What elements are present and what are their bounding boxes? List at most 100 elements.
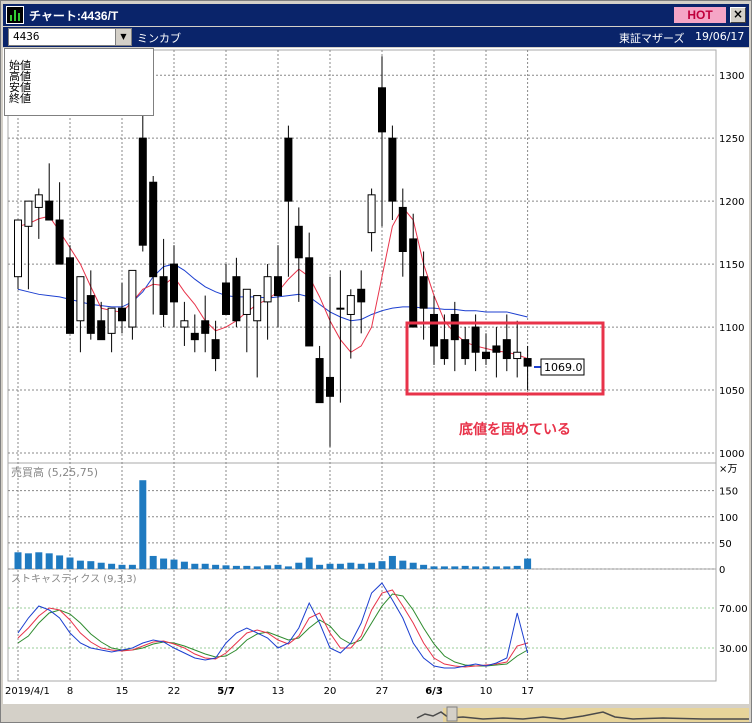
volume-tick-label: 0 xyxy=(719,565,725,576)
volume-tick-label: 100 xyxy=(719,513,738,524)
stock-code-combo[interactable]: 4436 ▼ xyxy=(8,28,132,46)
date-axis: 2019/4/1 8 15 22 5/7 13 20 27 6/3 10 17 xyxy=(5,686,534,697)
volume-bar xyxy=(451,566,459,569)
volume-bar xyxy=(336,563,344,569)
chart-area[interactable]: 1300 1250 1200 1150 1100 1050 1000 150 100 50 0 70.… xyxy=(3,43,749,704)
candle-body xyxy=(66,257,74,334)
volume-bar xyxy=(482,566,490,569)
hot-button[interactable]: HOT xyxy=(674,7,726,23)
title-bar[interactable]: チャート:4436/T HOT × xyxy=(3,4,749,26)
candle-body xyxy=(86,295,95,334)
date-tick-label: 8 xyxy=(67,686,73,697)
scroll-overview[interactable] xyxy=(3,704,749,722)
volume-bar xyxy=(305,557,313,569)
candle-body xyxy=(232,276,241,322)
price-tick-label: 1300 xyxy=(719,71,744,82)
candle-body xyxy=(346,295,355,315)
date-tick-label: 20 xyxy=(324,686,337,697)
date-tick-label: 27 xyxy=(376,686,389,697)
candle-body xyxy=(326,376,334,397)
volume-bar xyxy=(180,561,188,569)
candle-body xyxy=(523,358,532,367)
volume-bar xyxy=(128,564,136,569)
date-tick-label: 6/3 xyxy=(425,686,443,697)
overview-thumb[interactable] xyxy=(446,706,458,722)
volume-bar xyxy=(440,566,448,569)
chart-svg[interactable]: 1300 1250 1200 1150 1100 1050 1000 150 100 50 0 70.… xyxy=(3,43,749,704)
candle-body xyxy=(305,257,314,347)
stochastics-panel xyxy=(7,568,717,682)
date-tick-label: 17 xyxy=(521,686,534,697)
volume-bar xyxy=(56,555,64,569)
volume-bar xyxy=(170,559,178,569)
close-button[interactable]: × xyxy=(730,7,746,23)
candle-body xyxy=(471,326,480,353)
volume-bar xyxy=(409,562,417,569)
volume-bar xyxy=(492,566,500,569)
candle-body xyxy=(274,276,282,297)
candle-body xyxy=(76,276,85,322)
stock-code-value[interactable]: 4436 xyxy=(13,30,40,43)
price-tick-label: 1250 xyxy=(719,134,744,145)
volume-bar xyxy=(201,563,209,569)
volume-bar xyxy=(274,564,282,569)
overview-svg[interactable] xyxy=(3,704,749,722)
price-tick-label: 1050 xyxy=(719,386,744,397)
last-price-value: 1069.0 xyxy=(544,361,583,374)
candle-body xyxy=(45,200,54,221)
price-tick-label: 1100 xyxy=(719,323,744,334)
volume-bar xyxy=(295,562,303,569)
stochastics-tick-label: 70.00 xyxy=(719,604,748,615)
date-tick-label: 2019/4/1 xyxy=(5,686,50,697)
candle-body xyxy=(409,238,418,328)
candle-body xyxy=(253,295,262,322)
candle-body xyxy=(34,194,43,208)
volume-bar xyxy=(284,566,292,569)
volume-bar xyxy=(222,565,230,569)
date-tick-label: 22 xyxy=(168,686,181,697)
window-title: チャート:4436/T xyxy=(29,9,119,23)
candle-body xyxy=(190,332,199,341)
volume-bar xyxy=(232,565,240,569)
volume-bar xyxy=(243,565,251,569)
candle-body xyxy=(378,87,386,133)
volume-bar xyxy=(253,566,261,569)
candle-body xyxy=(201,320,210,334)
stochastics-tick-label: 30.00 xyxy=(719,644,748,655)
candle-body xyxy=(24,200,33,227)
chevron-down-icon[interactable]: ▼ xyxy=(115,29,131,45)
stochastics-panel-label: ストキャスティクス (9,3,3) xyxy=(11,573,137,585)
volume-bar xyxy=(108,563,116,569)
volume-bar xyxy=(513,565,521,569)
candle-body xyxy=(242,288,251,315)
volume-bar xyxy=(97,562,105,569)
candle-body xyxy=(367,194,376,234)
volume-bar xyxy=(420,564,428,569)
volume-tick-label: 50 xyxy=(719,539,732,550)
price-tick-label: 1150 xyxy=(719,260,744,271)
volume-bar xyxy=(264,565,272,569)
volume-bar xyxy=(326,563,334,569)
chart-window: チャート:4436/T HOT × 4436 ▼ ミンカブ 東証マザーズ 19/… xyxy=(0,0,752,723)
candle-body xyxy=(502,339,511,360)
candle-body xyxy=(170,263,178,303)
volume-panel-label: 売買高 (5,25,75) xyxy=(11,465,98,479)
candle-body xyxy=(55,219,64,265)
candle-body xyxy=(222,282,230,315)
toolbar: 4436 ▼ ミンカブ 東証マザーズ 19/06/17 xyxy=(3,27,749,47)
price-tick-label: 1200 xyxy=(719,197,744,208)
volume-bar xyxy=(430,566,438,569)
chart-app-icon xyxy=(6,6,24,24)
candle-body xyxy=(357,288,366,303)
date-tick-label: 10 xyxy=(480,686,493,697)
volume-bar xyxy=(378,561,386,569)
volume-unit-label: ×万 xyxy=(719,464,737,475)
close-label: 終値 xyxy=(9,92,31,105)
date-tick-label: 13 xyxy=(272,686,285,697)
price-axis: 1300 1250 1200 1150 1100 1050 1000 150 100 50 0 70.… xyxy=(719,71,748,655)
candle-body xyxy=(14,219,22,278)
candle-body xyxy=(294,225,303,259)
candle-body xyxy=(398,206,407,252)
company-name: ミンカブ xyxy=(137,32,181,45)
candle-body xyxy=(430,313,438,347)
